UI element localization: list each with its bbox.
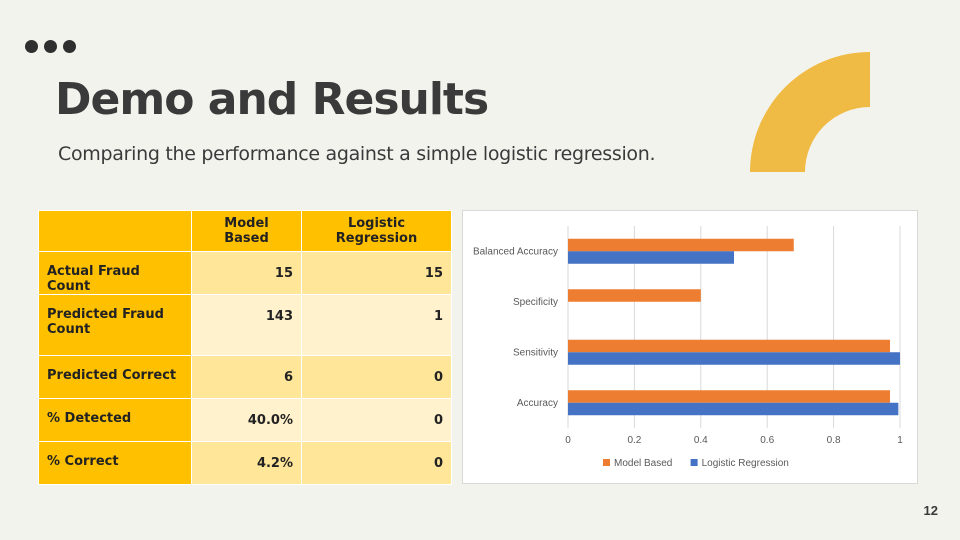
logistic-regression-value: 0 [301,355,452,399]
bar-logistic-regression [568,352,900,365]
table-header-cell: Model Based [191,210,302,252]
table-header-cell: Logistic Regression [301,210,452,252]
bar-model-based [568,339,891,353]
dot-icon [44,40,57,53]
x-tick-label: 1 [897,435,903,446]
legend-swatch [603,459,610,466]
legend-label: Logistic Regression [702,458,789,469]
decorative-arc-icon [750,52,870,172]
slide-subtitle: Comparing the performance against a simp… [58,143,656,165]
y-category-label: Sensitivity [513,347,558,358]
logistic-regression-value: 1 [301,294,452,356]
dot-icon [63,40,76,53]
y-category-label: Specificity [513,297,558,308]
page-number: 12 [923,503,938,518]
model-based-value: 40.0% [191,398,302,442]
row-label: Predicted Fraud Count [38,294,192,356]
bar-logistic-regression [568,251,734,264]
bar-logistic-regression [568,402,899,416]
x-tick-label: 0 [565,435,571,446]
model-based-value: 15 [191,251,302,295]
decorative-dots [25,40,76,53]
metrics-chart: 0 0.2 0.4 0.6 0.8 1 Balanced Accuracy Specifici… [462,210,918,484]
table-header-row: Model Based Logistic Regression [38,210,452,252]
x-tick-label: 0.4 [694,435,708,446]
bar-model-based [568,390,891,403]
metrics-chart-svg: 0 0.2 0.4 0.6 0.8 1 Balanced Accuracy Specifici… [473,226,903,469]
x-tick-label: 0.6 [760,435,774,446]
model-based-value: 4.2% [191,441,302,485]
table-row: Predicted Fraud Count 143 1 [38,294,452,356]
table-row: % Correct 4.2% 0 [38,441,452,485]
row-label: % Detected [38,398,192,442]
logistic-regression-value: 0 [301,441,452,485]
legend-swatch [690,459,698,466]
table-row: % Detected 40.0% 0 [38,398,452,442]
legend-label: Model Based [614,458,672,469]
row-label: Predicted Correct [38,355,192,399]
model-based-value: 143 [191,294,302,356]
table-row: Predicted Correct 6 0 [38,355,452,399]
model-based-value: 6 [191,355,302,399]
bar-model-based [568,238,794,252]
results-table: Model Based Logistic Regression Actual F… [38,210,452,485]
x-tick-label: 0.2 [627,435,641,446]
row-label: % Correct [38,441,192,485]
logistic-regression-value: 15 [301,251,452,295]
logistic-regression-value: 0 [301,398,452,442]
bar-model-based [568,289,701,302]
table-header-cell [38,210,192,252]
y-category-label: Accuracy [517,398,558,409]
table-row: Actual Fraud Count 15 15 [38,251,452,295]
row-label: Actual Fraud Count [38,251,192,295]
dot-icon [25,40,38,53]
x-tick-label: 0.8 [827,435,841,446]
slide-title: Demo and Results [55,74,489,125]
y-category-label: Balanced Accuracy [473,246,558,257]
